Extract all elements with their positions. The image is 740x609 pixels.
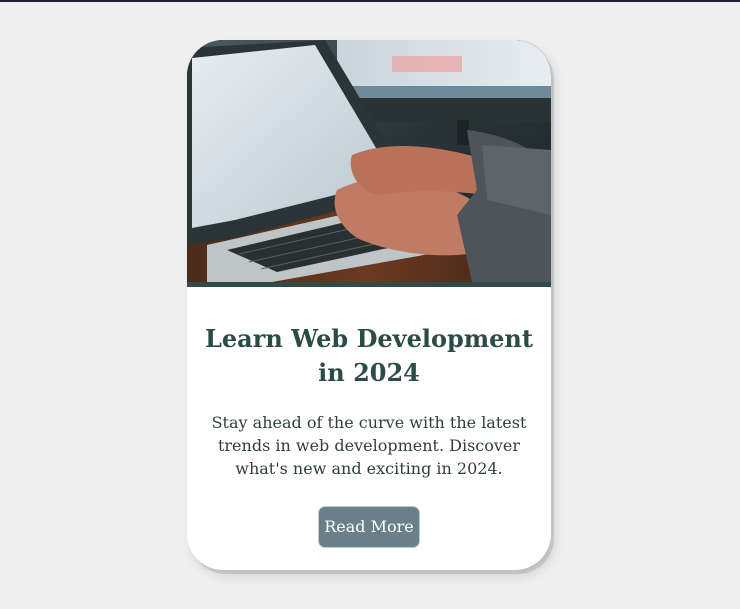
read-more-button[interactable]: Read More — [318, 506, 420, 548]
card-title: Learn Web Development in 2024 — [205, 324, 533, 387]
hero-image — [187, 40, 551, 282]
hero-accent-strip — [187, 282, 551, 287]
laptop-typing-illustration — [187, 40, 551, 282]
blog-card: Learn Web Development in 2024 Stay ahead… — [187, 40, 551, 570]
card-description: Stay ahead of the curve with the latest … — [211, 413, 527, 478]
page-top-border — [0, 0, 740, 2]
